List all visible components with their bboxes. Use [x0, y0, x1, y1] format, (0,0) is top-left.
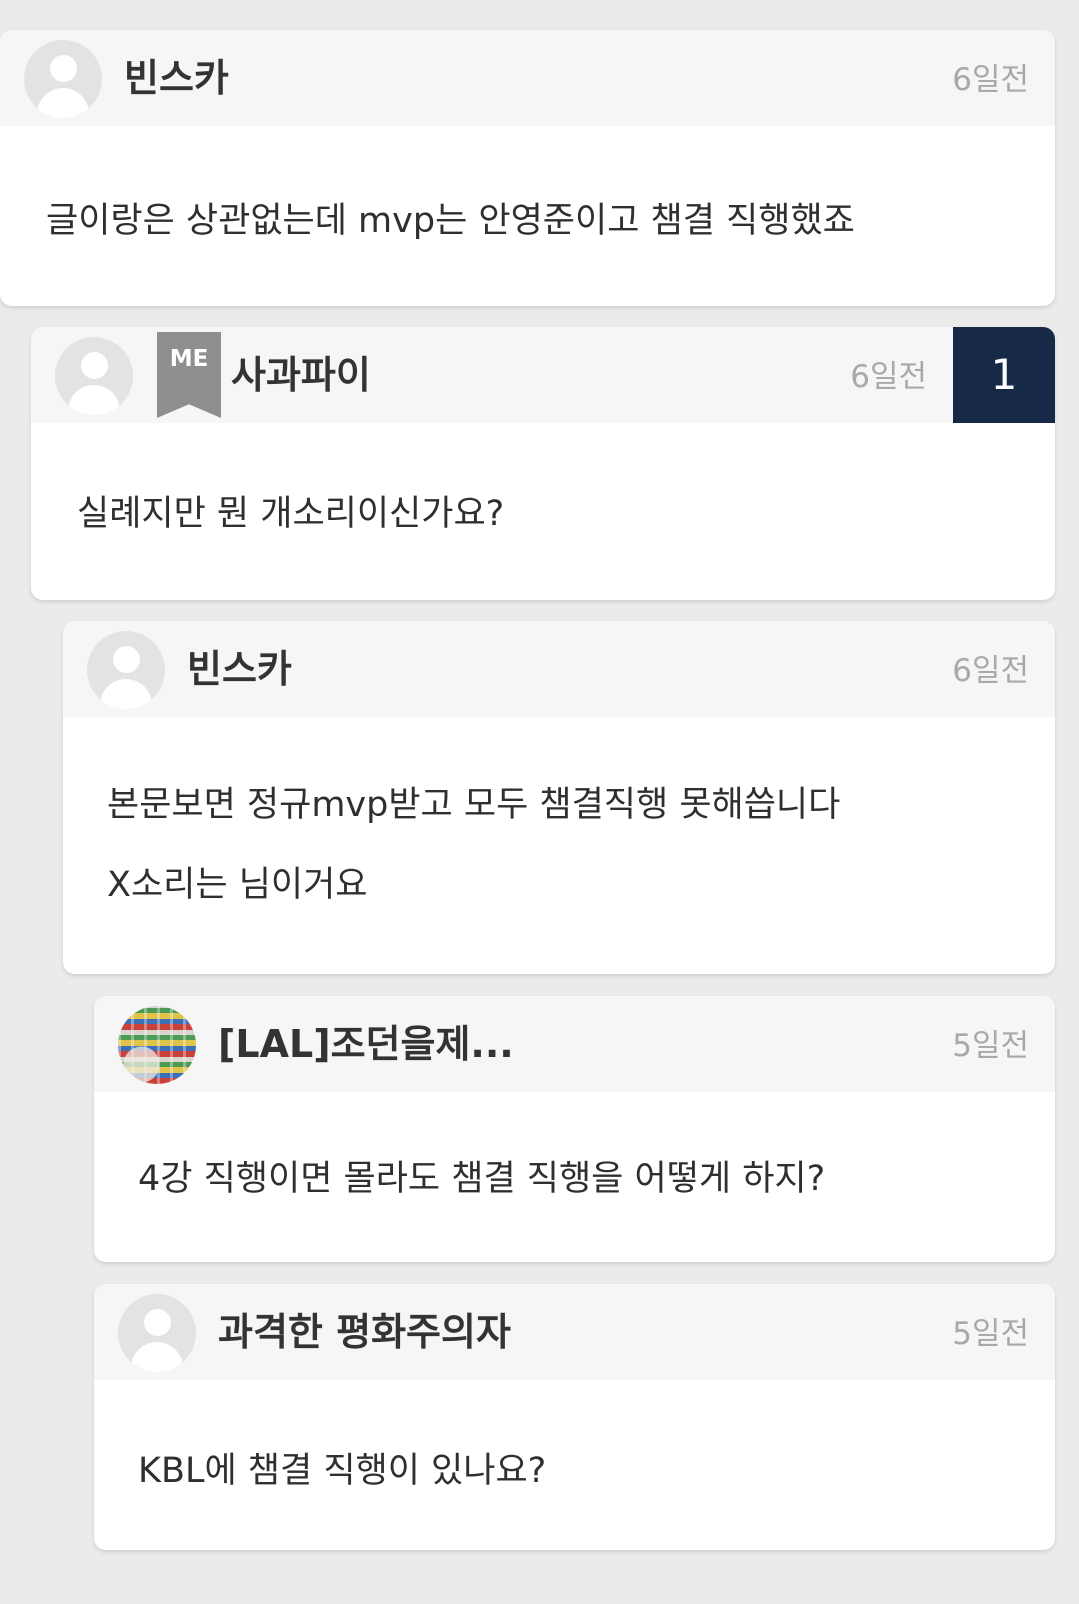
comment-timestamp: 6일전: [952, 653, 1029, 689]
comment-timestamp: 6일전: [952, 62, 1029, 98]
comment-username[interactable]: 사과파이: [231, 327, 371, 423]
comment-card: [LAL]조던을제... 5일전 4강 직행이면 몰라도 챔결 직행을 어떻게 …: [94, 996, 1055, 1262]
comment-timestamp: 6일전: [850, 359, 927, 395]
reply-count-badge[interactable]: 1: [953, 327, 1055, 423]
comment-text-line: 실례지만 뭔 개소리이신가요?: [77, 494, 505, 534]
comment-username[interactable]: 과격한 평화주의자: [218, 1284, 511, 1380]
comment-body: 본문보면 정규mvp받고 모두 챔결직행 못해씁니다 X소리는 님이거요: [63, 717, 1055, 913]
comment-body: 실례지만 뭔 개소리이신가요?: [31, 423, 1055, 536]
comment-header: 과격한 평화주의자 5일전: [94, 1284, 1055, 1380]
comment-header: ME 사과파이 6일전 1: [31, 327, 1055, 423]
comment-text-line: X소리는 님이거요: [107, 865, 368, 905]
comment-body: 4강 직행이면 몰라도 챔결 직행을 어떻게 하지?: [94, 1092, 1055, 1201]
comment-timestamp: 5일전: [952, 1028, 1029, 1064]
comment-timestamp: 5일전: [952, 1316, 1029, 1352]
comment-username[interactable]: 빈스카: [187, 621, 292, 717]
comment-username[interactable]: [LAL]조던을제...: [218, 996, 514, 1092]
me-bookmark-badge: ME: [157, 332, 221, 418]
default-user-avatar-icon[interactable]: [87, 631, 165, 709]
default-user-avatar-icon[interactable]: [24, 40, 102, 118]
comment-username[interactable]: 빈스카: [124, 30, 229, 126]
comment-card: 과격한 평화주의자 5일전 KBL에 챔결 직행이 있나요?: [94, 1284, 1055, 1550]
default-user-avatar-icon[interactable]: [118, 1294, 196, 1372]
comment-body: KBL에 챔결 직행이 있나요?: [94, 1380, 1055, 1493]
comment-header: 빈스카 6일전: [0, 30, 1055, 126]
default-user-avatar-icon[interactable]: [55, 337, 133, 415]
comment-card: 빈스카 6일전 글이랑은 상관없는데 mvp는 안영준이고 챔결 직행했죠: [0, 30, 1055, 306]
comment-text-line: KBL에 챔결 직행이 있나요?: [138, 1451, 547, 1491]
comment-text-line: 글이랑은 상관없는데 mvp는 안영준이고 챔결 직행했죠: [46, 201, 855, 241]
comment-body: 글이랑은 상관없는데 mvp는 안영준이고 챔결 직행했죠: [0, 126, 1055, 243]
comment-header: [LAL]조던을제... 5일전: [94, 996, 1055, 1092]
comment-card: ME 사과파이 6일전 1 실례지만 뭔 개소리이신가요?: [31, 327, 1055, 600]
comment-header: 빈스카 6일전: [63, 621, 1055, 717]
comment-text-line: 본문보면 정규mvp받고 모두 챔결직행 못해씁니다: [107, 785, 841, 825]
comment-text-line: 4강 직행이면 몰라도 챔결 직행을 어떻게 하지?: [138, 1159, 826, 1199]
comment-card: 빈스카 6일전 본문보면 정규mvp받고 모두 챔결직행 못해씁니다 X소리는 …: [63, 621, 1055, 974]
photo-avatar-icon[interactable]: [118, 1006, 196, 1084]
